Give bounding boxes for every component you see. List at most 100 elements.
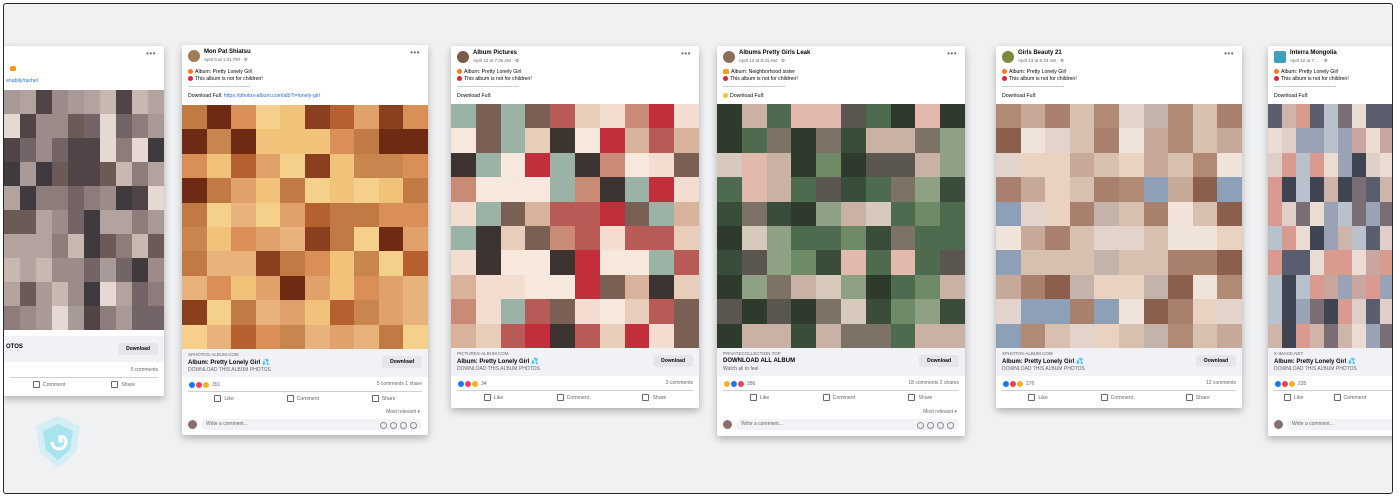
share-button[interactable]: Share bbox=[908, 394, 932, 401]
comment-count[interactable]: 12 comments bbox=[1206, 380, 1236, 386]
avatar[interactable] bbox=[1274, 51, 1286, 63]
reactions[interactable]: 276 bbox=[1002, 380, 1034, 388]
comment-input[interactable]: Write a comment... bbox=[736, 419, 959, 430]
post-time[interactable]: April 12 at 7:… · ⚙ bbox=[1290, 58, 1328, 64]
share-button[interactable]: Share bbox=[642, 394, 666, 401]
mosaic-tile bbox=[940, 225, 965, 251]
sticker-icon[interactable] bbox=[410, 422, 417, 429]
emoji-icon[interactable] bbox=[917, 422, 924, 429]
download-button[interactable]: Download bbox=[1196, 355, 1236, 367]
reactions[interactable]: 235 bbox=[1274, 380, 1306, 388]
avatar[interactable] bbox=[457, 51, 469, 63]
avatar[interactable] bbox=[1002, 51, 1014, 63]
pixelated-image[interactable] bbox=[717, 104, 965, 348]
like-button[interactable]: Like bbox=[1028, 394, 1048, 401]
more-options-icon[interactable]: ••• bbox=[1224, 49, 1234, 58]
more-options-icon[interactable]: ••• bbox=[947, 49, 957, 58]
mosaic-tile bbox=[1366, 201, 1380, 226]
link-preview[interactable]: XPHOTOS-ALBUM.COM Album: Pretty Lonely G… bbox=[182, 349, 428, 377]
share-button[interactable]: Share bbox=[371, 395, 396, 402]
more-options-icon[interactable]: ••• bbox=[146, 49, 156, 58]
comment-button[interactable]: Comment bbox=[1333, 394, 1366, 401]
reactions[interactable]: 351 bbox=[188, 381, 220, 389]
mosaic-tile bbox=[206, 275, 232, 301]
comment-button[interactable]: Comment bbox=[286, 395, 319, 402]
mosaic-tile bbox=[766, 201, 792, 226]
download-button[interactable]: Download bbox=[118, 343, 158, 355]
mosaic-tile bbox=[525, 152, 551, 178]
like-button[interactable]: Like bbox=[483, 394, 504, 401]
post-time[interactable]: April 9 at 1:01 PM · ⚙ bbox=[204, 57, 248, 63]
mosaic-tile bbox=[1338, 201, 1352, 226]
post-time[interactable]: April 12 at 7:36 AM · ⚙ bbox=[473, 58, 519, 64]
sticker-icon[interactable] bbox=[947, 422, 954, 429]
like-button[interactable]: Like bbox=[749, 394, 769, 401]
download-button[interactable]: Download bbox=[382, 356, 422, 368]
link-preview[interactable]: X-IMAGE.NET Album: Pretty Lonely Girl 💦 … bbox=[1268, 348, 1392, 376]
like-button[interactable]: Like bbox=[214, 395, 234, 402]
comment-count[interactable]: 5 comments bbox=[131, 367, 158, 373]
pixelated-image[interactable] bbox=[182, 105, 428, 349]
pixelated-image[interactable] bbox=[996, 104, 1242, 348]
avatar[interactable] bbox=[723, 51, 735, 63]
post-line: Download Full: bbox=[457, 93, 491, 99]
page-name[interactable]: Girls Beauty 21 bbox=[1018, 50, 1062, 56]
post-time[interactable]: April 13 at 8:23 AM · ⚙ bbox=[1018, 58, 1064, 64]
download-button[interactable]: Download bbox=[653, 355, 693, 367]
pixelated-image[interactable] bbox=[4, 90, 164, 330]
most-relevant-dropdown[interactable]: Most relevant ▾ bbox=[386, 409, 420, 415]
mosaic-tile bbox=[305, 251, 330, 276]
page-name[interactable]: Album Pictures bbox=[473, 50, 517, 56]
link-preview[interactable]: PICTURES-ALBUM.COM Album: Pretty Lonely … bbox=[451, 348, 699, 376]
page-name[interactable]: Interra Mongolia bbox=[1290, 50, 1337, 56]
page-name[interactable]: Mon Pat Shiatsu bbox=[204, 49, 251, 55]
comment-button[interactable]: Comment bbox=[32, 381, 65, 388]
link-preview[interactable]: OTOS Download bbox=[4, 336, 164, 362]
mosaic-tile bbox=[1143, 177, 1169, 202]
camera-icon[interactable] bbox=[927, 422, 934, 429]
avatar[interactable] bbox=[188, 50, 200, 62]
mosaic-tile bbox=[550, 177, 575, 202]
gif-icon[interactable] bbox=[937, 422, 944, 429]
thumbs-up-icon bbox=[1284, 394, 1291, 401]
most-relevant-dropdown[interactable]: Most relevant ▾ bbox=[923, 409, 957, 415]
download-button[interactable]: Download bbox=[919, 355, 959, 367]
avatar bbox=[188, 420, 197, 429]
like-button[interactable]: Like bbox=[1284, 394, 1304, 401]
like-label: Like bbox=[493, 394, 504, 401]
comment-count[interactable]: 3 comments bbox=[666, 380, 693, 386]
post-stats: 276 12 comments bbox=[996, 377, 1242, 389]
post-line: This album is not for children! bbox=[188, 76, 263, 82]
comment-button[interactable]: Comment bbox=[822, 394, 855, 401]
more-options-icon[interactable]: ••• bbox=[410, 48, 420, 57]
pixelated-image[interactable] bbox=[1268, 104, 1392, 348]
mosaic-tile bbox=[816, 323, 841, 348]
comment-share-count[interactable]: 18 comments 2 shares bbox=[908, 380, 959, 386]
comment-button[interactable]: Comment bbox=[1100, 394, 1133, 401]
post-time[interactable]: April 13 at 8:31 AM · ⚙ bbox=[739, 58, 785, 64]
comment-input[interactable]: Write a comment... bbox=[1287, 419, 1392, 430]
page-name[interactable]: Albums Pretty Girls Leak bbox=[739, 50, 810, 56]
comment-button[interactable]: Comment bbox=[556, 394, 589, 401]
comment-input[interactable]: Write a comment... bbox=[201, 419, 422, 430]
pixelated-image[interactable] bbox=[451, 104, 699, 348]
camera-icon[interactable] bbox=[390, 422, 397, 429]
reactions[interactable]: 34 bbox=[457, 380, 487, 388]
more-options-icon[interactable]: ••• bbox=[681, 49, 691, 58]
emoji-icon[interactable] bbox=[380, 422, 387, 429]
comment-share-count[interactable]: 5 comments 1 share bbox=[377, 381, 422, 387]
mosaic-tile bbox=[940, 250, 965, 275]
link-preview[interactable]: PRIVATECOLLECTION.TOP DOWNLOAD ALL ALBUM… bbox=[717, 348, 965, 376]
gif-icon[interactable] bbox=[400, 422, 407, 429]
mosaic-tile bbox=[451, 152, 476, 178]
download-link[interactable]: enablly/rachel bbox=[6, 78, 38, 84]
avatar bbox=[1274, 420, 1283, 429]
link-preview[interactable]: XPHOTOS-ALBUM.COM Album: Pretty Lonely G… bbox=[996, 348, 1242, 376]
share-button[interactable]: Share bbox=[1185, 394, 1210, 401]
reactions[interactable]: 286 bbox=[723, 380, 755, 388]
mosaic-tile bbox=[890, 177, 916, 202]
download-link[interactable]: https://photos-album.com/alb?t=lonely-gi… bbox=[224, 93, 320, 99]
avatar bbox=[723, 420, 732, 429]
mosaic-tile bbox=[255, 129, 281, 154]
share-button[interactable]: Share bbox=[111, 381, 135, 388]
